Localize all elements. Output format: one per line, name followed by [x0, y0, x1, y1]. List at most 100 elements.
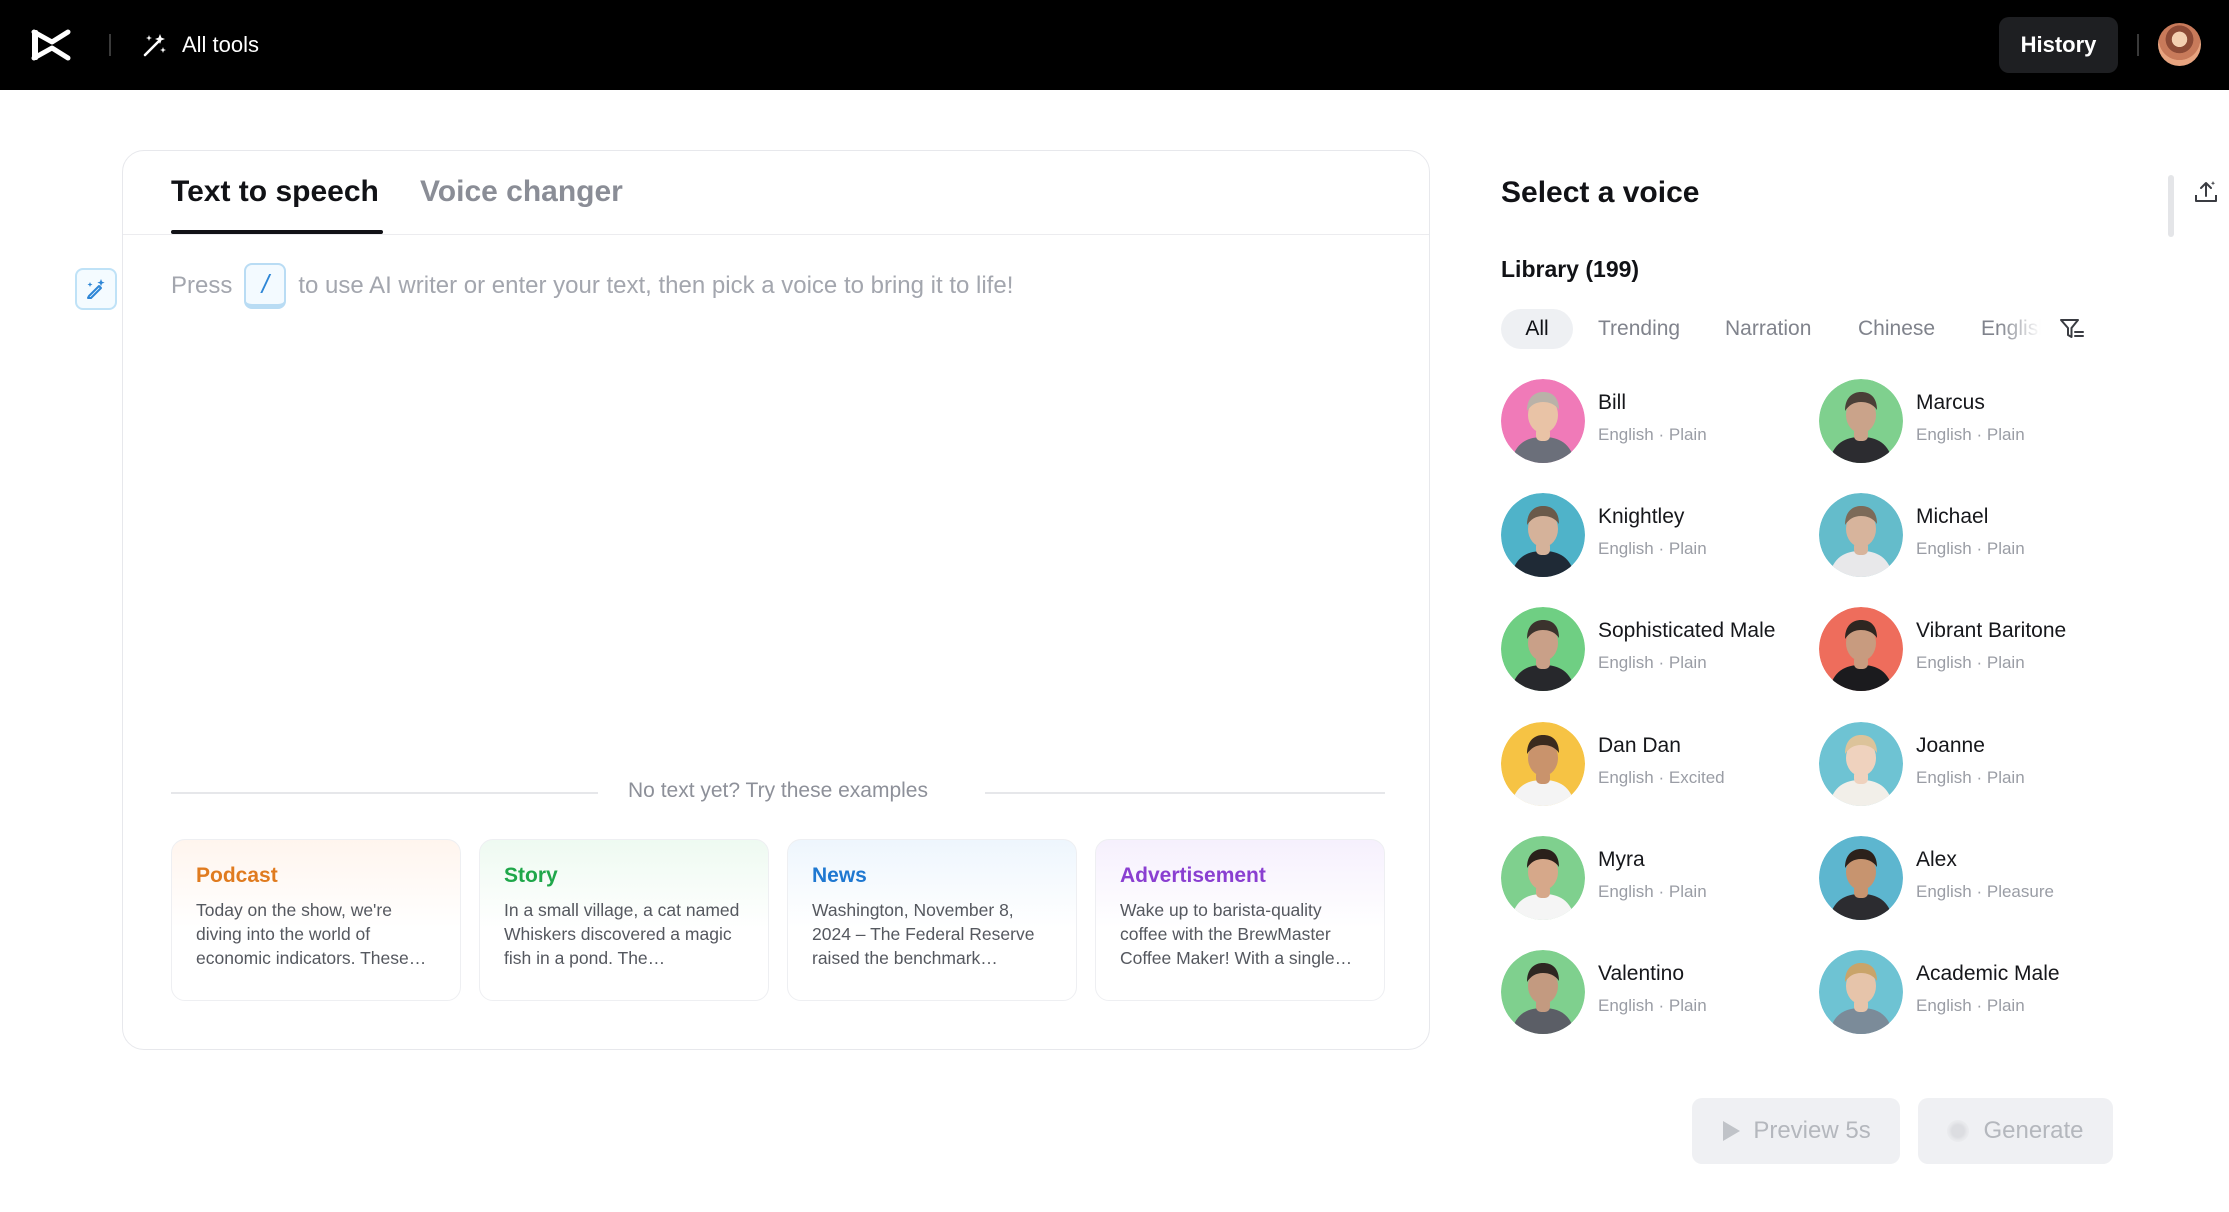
- voice-portrait: [1819, 607, 1903, 691]
- voice-description: English · Plain: [1598, 539, 1707, 558]
- voice-item[interactable]: Joanne English · Plain: [1819, 722, 2129, 808]
- example-card-story[interactable]: Story In a small village, a cat named Wh…: [479, 839, 769, 1001]
- voice-name: Valentino: [1598, 962, 1685, 985]
- voice-portrait: [1501, 607, 1585, 691]
- example-body: In a small village, a cat named Whiskers…: [504, 900, 740, 968]
- voice-item[interactable]: Bill English · Plain: [1501, 379, 1811, 465]
- example-title: Podcast: [196, 864, 278, 887]
- examples-heading: No text yet? Try these examples: [628, 779, 928, 802]
- voice-item[interactable]: Alex English · Pleasure: [1819, 836, 2129, 922]
- preview-label: Preview 5s: [1753, 1117, 1871, 1144]
- voice-avatar: [1819, 379, 1903, 463]
- voice-item[interactable]: Myra English · Plain: [1501, 836, 1811, 922]
- voice-panel-scrollbar[interactable]: [2168, 175, 2174, 237]
- prompt-text-before: Press: [171, 272, 233, 299]
- voice-avatar: [1819, 950, 1903, 1034]
- filter-icon[interactable]: [2058, 315, 2086, 343]
- voice-description: English · Plain: [1916, 539, 2025, 558]
- voice-description: English · Plain: [1598, 996, 1707, 1015]
- voice-name: Vibrant Baritone: [1916, 619, 2067, 642]
- voice-item[interactable]: Vibrant Baritone English · Plain: [1819, 607, 2129, 693]
- user-avatar[interactable]: [2158, 23, 2201, 66]
- voice-name: Joanne: [1916, 734, 1985, 757]
- voice-panel-title: Select a voice: [1501, 176, 1700, 209]
- voice-portrait: [1501, 722, 1585, 806]
- filter-chip-narration[interactable]: Narration: [1725, 309, 1811, 349]
- voice-item[interactable]: Knightley English · Plain: [1501, 493, 1811, 579]
- history-button[interactable]: History: [1999, 17, 2118, 73]
- capcut-logo[interactable]: [30, 26, 72, 64]
- voice-description: English · Plain: [1598, 425, 1707, 444]
- active-tab-indicator: [171, 230, 383, 234]
- topbar-divider: [109, 34, 111, 56]
- generate-orb-icon: [1947, 1120, 1970, 1142]
- tts-editor-card: Text to speech Voice changer Press / to …: [122, 150, 1430, 1050]
- divider-line-right: [985, 792, 1385, 794]
- example-card-advertisement[interactable]: Advertisement Wake up to barista-quality…: [1095, 839, 1385, 1001]
- filter-chip-chinese[interactable]: Chinese: [1858, 309, 1935, 349]
- voice-portrait: [1501, 836, 1585, 920]
- example-body: Wake up to barista-quality coffee with t…: [1120, 900, 1353, 968]
- ai-writer-button[interactable]: [75, 268, 117, 310]
- voice-name: Alex: [1916, 848, 1957, 871]
- voice-avatar: [1501, 722, 1585, 806]
- filter-chip-all[interactable]: All: [1501, 309, 1573, 349]
- tab-text-to-speech[interactable]: Text to speech: [171, 175, 379, 209]
- voice-item[interactable]: Marcus English · Plain: [1819, 379, 2129, 465]
- upload-voice-icon[interactable]: [2192, 178, 2220, 206]
- voice-avatar: [1819, 493, 1903, 577]
- top-bar: All tools History: [0, 0, 2229, 90]
- voice-description: English · Plain: [1598, 882, 1707, 901]
- voice-portrait: [1501, 493, 1585, 577]
- ai-pen-icon: [87, 279, 105, 299]
- example-card-podcast[interactable]: Podcast Today on the show, we're diving …: [171, 839, 461, 1001]
- all-tools-label: All tools: [182, 32, 260, 57]
- voice-avatar: [1501, 607, 1585, 691]
- voice-portrait: [1501, 379, 1585, 463]
- voice-name: Michael: [1916, 505, 1989, 528]
- voice-portrait: [1501, 950, 1585, 1034]
- voice-name: Academic Male: [1916, 962, 2060, 985]
- all-tools-button[interactable]: All tools: [142, 28, 259, 62]
- play-icon: [1723, 1121, 1741, 1141]
- examples-divider: No text yet? Try these examples: [171, 777, 1385, 807]
- example-title: Advertisement: [1120, 864, 1266, 887]
- voice-item[interactable]: Academic Male English · Plain: [1819, 950, 2129, 1036]
- voice-description: English · Excited: [1598, 768, 1725, 787]
- voice-avatar: [1501, 379, 1585, 463]
- voice-description: English · Plain: [1916, 425, 2025, 444]
- voice-avatar: [1819, 836, 1903, 920]
- voice-name: Dan Dan: [1598, 734, 1681, 757]
- voice-name: Sophisticated Male: [1598, 619, 1776, 642]
- filter-chip-english[interactable]: English: [1981, 309, 2041, 349]
- filter-chip-trending[interactable]: Trending: [1598, 309, 1680, 349]
- mode-tabs: Text to speech Voice changer: [123, 151, 1429, 235]
- slash-key-hint: /: [244, 263, 287, 309]
- voice-portrait: [1819, 722, 1903, 806]
- example-body: Washington, November 8, 2024 – The Feder…: [812, 900, 1035, 968]
- generate-label: Generate: [1983, 1117, 2084, 1144]
- voice-portrait: [1819, 836, 1903, 920]
- voice-item[interactable]: Sophisticated Male English · Plain: [1501, 607, 1811, 693]
- voice-portrait: [1819, 950, 1903, 1034]
- tab-voice-changer[interactable]: Voice changer: [420, 175, 623, 209]
- voice-description: English · Pleasure: [1916, 882, 2054, 901]
- magic-wand-icon: [143, 34, 166, 57]
- example-card-news[interactable]: News Washington, November 8, 2024 – The …: [787, 839, 1077, 1001]
- voice-portrait: [1819, 493, 1903, 577]
- voice-description: English · Plain: [1916, 768, 2025, 787]
- voice-item[interactable]: Michael English · Plain: [1819, 493, 2129, 579]
- generate-button[interactable]: Generate: [1918, 1098, 2113, 1164]
- topbar-divider-2: [2137, 34, 2139, 56]
- voice-item[interactable]: Dan Dan English · Excited: [1501, 722, 1811, 808]
- example-title: News: [812, 864, 867, 887]
- voice-portrait: [1819, 379, 1903, 463]
- voice-description: English · Plain: [1916, 653, 2025, 672]
- voice-item[interactable]: Valentino English · Plain: [1501, 950, 1811, 1036]
- preview-button[interactable]: Preview 5s: [1692, 1098, 1900, 1164]
- prompt-text-after: to use AI writer or enter your text, the…: [298, 272, 1014, 299]
- voice-avatar: [1501, 950, 1585, 1034]
- example-cards: Podcast Today on the show, we're diving …: [171, 839, 1385, 1001]
- voice-avatar: [1819, 607, 1903, 691]
- text-input-area[interactable]: Press / to use AI writer or enter your t…: [171, 263, 1013, 309]
